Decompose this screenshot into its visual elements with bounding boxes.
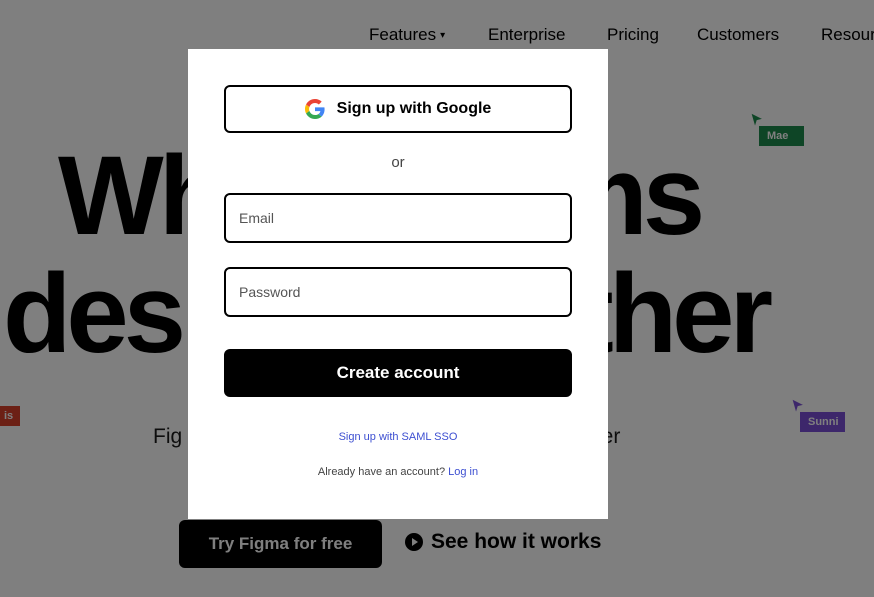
login-prompt-row: Already have an account? Log in — [188, 466, 608, 478]
create-account-button[interactable]: Create account — [224, 349, 572, 397]
saml-sso-link[interactable]: Sign up with SAML SSO — [188, 431, 608, 443]
log-in-link[interactable]: Log in — [448, 466, 478, 478]
signup-modal: Sign up with Google or Create account Si… — [188, 49, 608, 519]
password-field-container — [224, 267, 572, 317]
password-field[interactable] — [239, 269, 549, 315]
email-field-container — [224, 193, 572, 243]
or-divider: or — [391, 154, 405, 171]
google-button-label: Sign up with Google — [336, 100, 492, 117]
login-prompt-text: Already have an account? — [317, 466, 446, 478]
google-icon — [304, 99, 325, 119]
sign-up-with-google-button[interactable]: Sign up with Google — [224, 85, 572, 133]
page: Features▾ Enterprise Pricing Customers R… — [0, 0, 874, 597]
email-field[interactable] — [239, 195, 549, 241]
